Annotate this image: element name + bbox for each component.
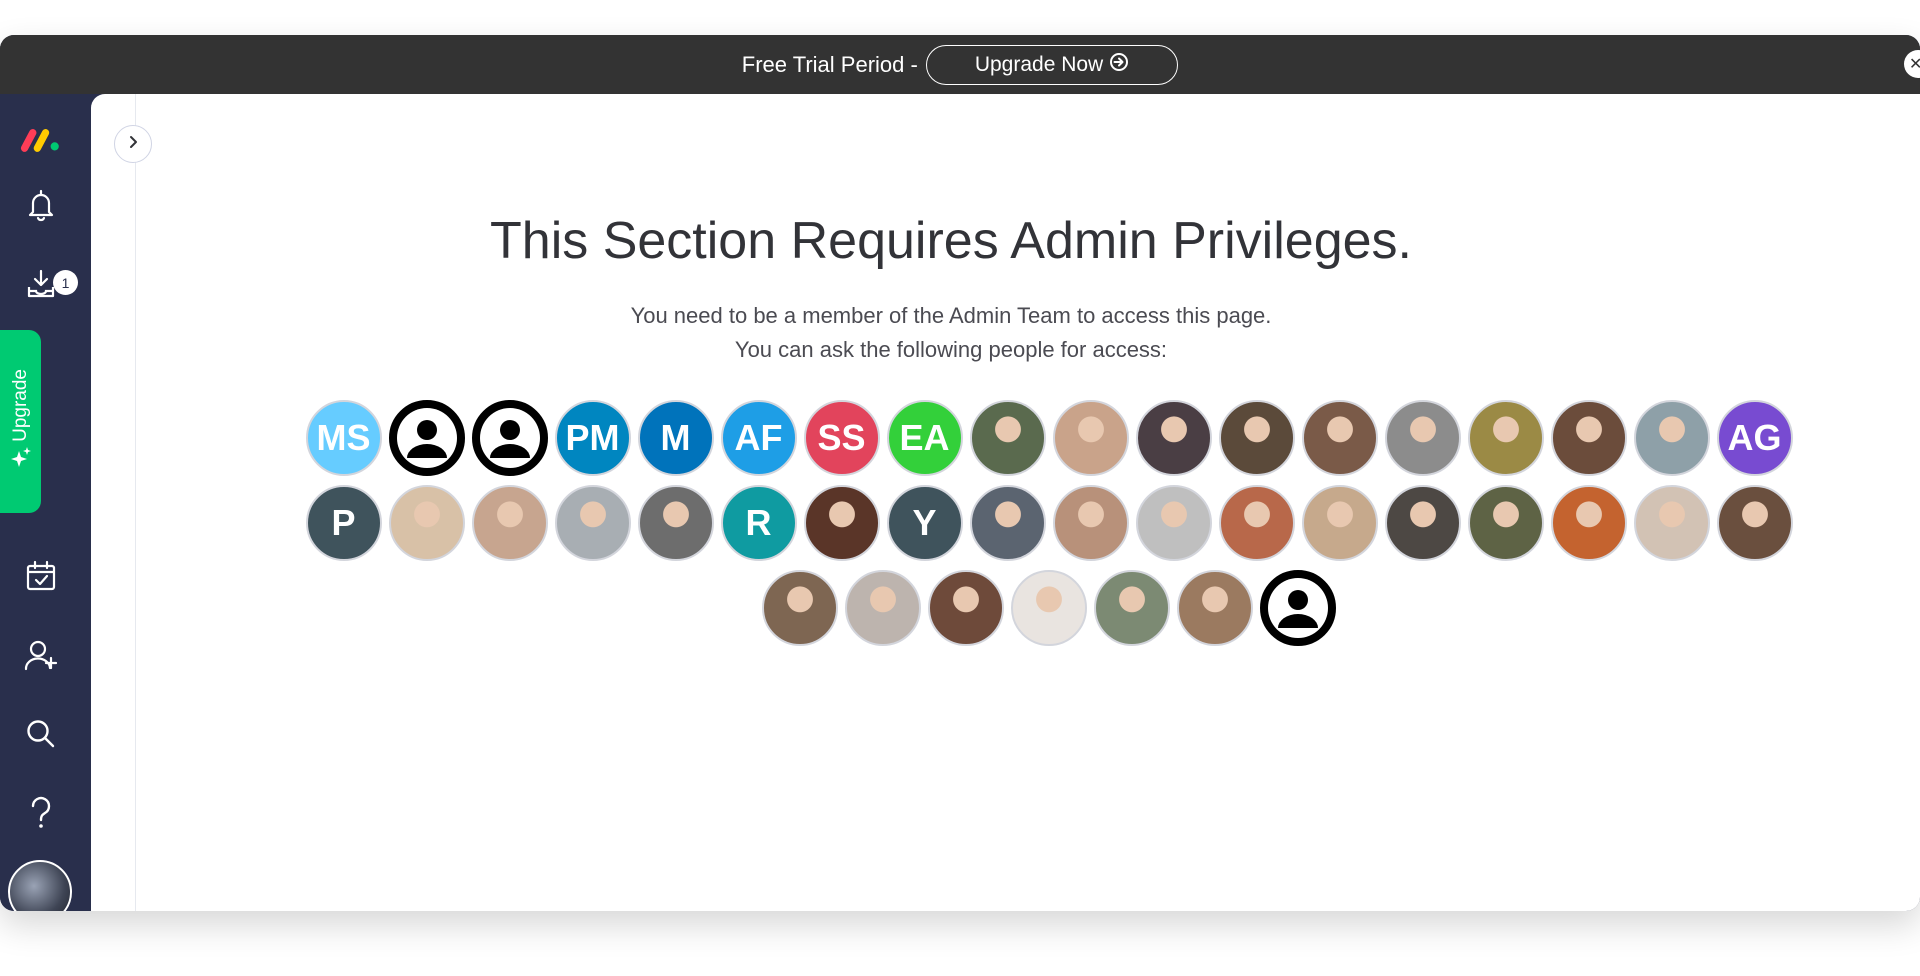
person-avatar-photo[interactable] xyxy=(1550,400,1627,476)
person-avatar-default[interactable] xyxy=(1260,570,1336,646)
search-button[interactable] xyxy=(20,715,62,757)
chevron-right-icon xyxy=(126,135,140,154)
person-avatar-photo[interactable] xyxy=(1177,570,1253,646)
trial-text: Free Trial Period - xyxy=(741,51,918,77)
person-avatar-photo[interactable] xyxy=(969,485,1046,561)
person-avatar-initials[interactable]: AG xyxy=(1716,400,1793,476)
main-content: This Section Requires Admin Privileges. … xyxy=(91,94,1920,911)
person-avatar-initials[interactable]: M xyxy=(637,400,714,476)
person-avatar-initials[interactable]: PM xyxy=(554,400,631,476)
person-avatar-photo[interactable] xyxy=(1094,570,1170,646)
expand-panel-button[interactable] xyxy=(114,125,152,163)
person-avatar-photo[interactable] xyxy=(1011,570,1087,646)
arrow-circle-right-icon xyxy=(1109,52,1129,78)
person-avatar-photo[interactable] xyxy=(1135,400,1212,476)
calendar-check-icon xyxy=(24,559,58,598)
person-avatar-photo[interactable] xyxy=(1467,485,1544,561)
user-silhouette-icon xyxy=(396,408,457,468)
person-avatar-photo[interactable] xyxy=(1218,485,1295,561)
person-avatar-initials[interactable]: Y xyxy=(886,485,963,561)
person-avatar-photo[interactable] xyxy=(1301,400,1378,476)
person-avatar-initials[interactable]: R xyxy=(720,485,797,561)
person-avatar-photo[interactable] xyxy=(1135,485,1212,561)
upgrade-tab-label: Upgrade xyxy=(9,368,31,442)
person-avatar-photo[interactable] xyxy=(1633,485,1710,561)
person-avatar-photo[interactable] xyxy=(1467,400,1544,476)
upgrade-now-label: Upgrade Now xyxy=(974,52,1104,76)
person-avatar-photo[interactable] xyxy=(1052,485,1129,561)
person-avatar-photo[interactable] xyxy=(1052,400,1129,476)
person-avatar-photo[interactable] xyxy=(388,485,465,561)
person-avatar-default[interactable] xyxy=(388,400,465,476)
user-silhouette-icon xyxy=(479,408,540,468)
person-avatar-initials[interactable]: P xyxy=(305,485,382,561)
close-icon[interactable]: ✕ xyxy=(1904,50,1920,78)
upgrade-now-button[interactable]: Upgrade Now xyxy=(925,44,1179,85)
person-avatar-photo[interactable] xyxy=(1301,485,1378,561)
help-button[interactable] xyxy=(20,794,62,836)
person-avatar-photo[interactable] xyxy=(1384,485,1461,561)
inbox-badge: 1 xyxy=(53,270,78,295)
person-avatar-photo[interactable] xyxy=(1384,400,1461,476)
monday-logo[interactable] xyxy=(20,119,62,161)
subtitle-line-1: You need to be a member of the Admin Tea… xyxy=(630,303,1272,328)
person-avatar-photo[interactable] xyxy=(1550,485,1627,561)
invite-button[interactable] xyxy=(20,636,62,678)
my-work-button[interactable] xyxy=(20,557,62,599)
search-icon xyxy=(25,718,57,755)
add-user-icon xyxy=(23,638,59,677)
page-title: This Section Requires Admin Privileges. xyxy=(490,212,1412,270)
person-avatar-photo[interactable] xyxy=(803,485,880,561)
person-avatar-photo[interactable] xyxy=(928,570,1004,646)
question-icon xyxy=(28,796,54,835)
user-avatar[interactable] xyxy=(8,860,72,911)
person-avatar-photo[interactable] xyxy=(845,570,921,646)
trial-banner: Free Trial Period - Upgrade Now ✕ xyxy=(0,35,1920,94)
subtitle-line-2: You can ask the following people for acc… xyxy=(734,337,1168,362)
person-avatar-photo[interactable] xyxy=(554,485,631,561)
person-avatar-default[interactable] xyxy=(471,400,548,476)
person-avatar-initials[interactable]: MS xyxy=(305,400,382,476)
person-avatar-photo[interactable] xyxy=(762,570,838,646)
person-avatar-photo[interactable] xyxy=(471,485,548,561)
person-avatar-photo[interactable] xyxy=(637,485,714,561)
person-avatar-photo[interactable] xyxy=(1218,400,1295,476)
person-avatar-photo[interactable] xyxy=(1716,485,1793,561)
person-avatar-photo[interactable] xyxy=(1633,400,1710,476)
app-window: Free Trial Period - Upgrade Now ✕ 1 Upgr… xyxy=(0,35,1920,911)
sparkle-icon xyxy=(10,447,31,474)
person-avatar-photo[interactable] xyxy=(969,400,1046,476)
person-avatar-initials[interactable]: AF xyxy=(720,400,797,476)
user-silhouette-icon xyxy=(1268,578,1328,638)
person-avatar-initials[interactable]: EA xyxy=(886,400,963,476)
admin-people-list: MS PM M AF SS EA AG P R Y xyxy=(265,400,1833,646)
person-avatar-initials[interactable]: SS xyxy=(803,400,880,476)
